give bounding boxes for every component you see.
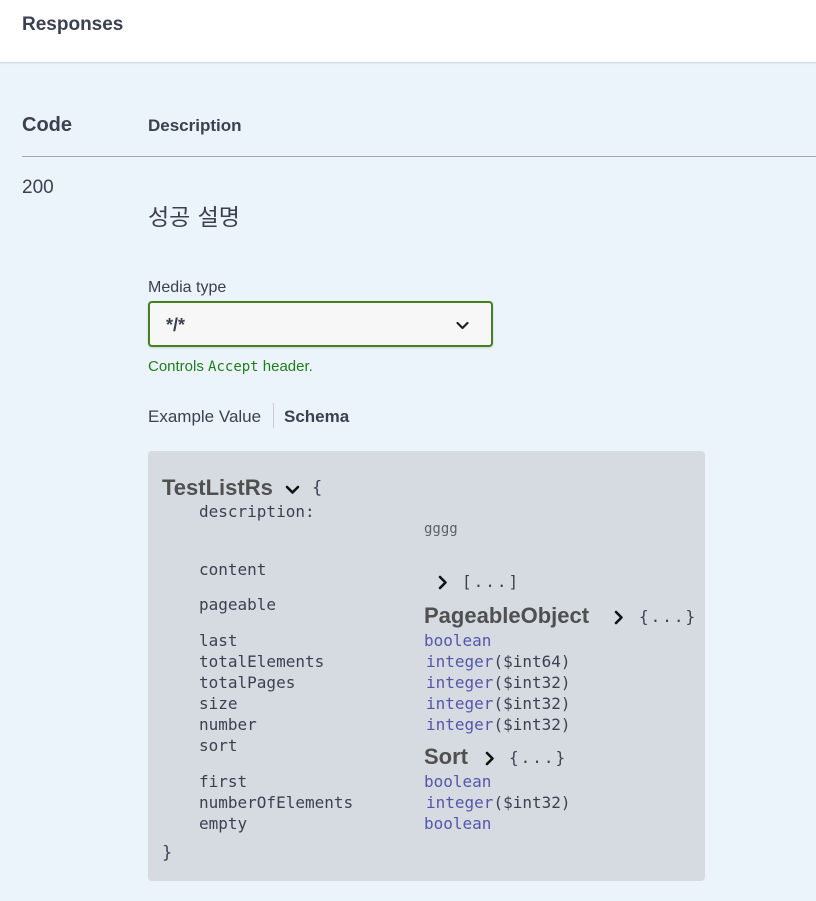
prop-type-first: boolean (424, 772, 492, 791)
description-label: description: (199, 502, 315, 521)
controls-accept-hint: Controls Accept header. (148, 358, 313, 375)
responses-header: Responses (0, 0, 816, 62)
prop-type-size: integer($int32) (426, 694, 571, 713)
model-title[interactable]: TestListRs (162, 475, 273, 501)
prop-type-totalpages: integer($int32) (426, 673, 571, 692)
prop-name-numberofelements: numberOfElements (199, 793, 354, 812)
media-type-select[interactable]: */* (148, 301, 493, 347)
chevron-down-icon[interactable] (285, 484, 300, 496)
table-divider (22, 156, 816, 157)
chevron-down-icon (456, 321, 469, 330)
response-code: 200 (22, 177, 54, 198)
content-collapsed[interactable]: [...] (462, 572, 520, 591)
close-brace: } (162, 843, 173, 863)
prop-name-totalelements: totalElements (199, 652, 325, 671)
open-brace: { (312, 478, 323, 498)
prop-type-numberofelements: integer($int32) (426, 793, 571, 812)
prop-name-totalpages: totalPages (199, 673, 296, 692)
media-type-value: */* (166, 315, 186, 335)
pageable-collapsed[interactable]: {...} (639, 607, 697, 626)
prop-name-first: first (199, 772, 248, 791)
prop-name-number: number (199, 715, 257, 734)
description-value: gggg (424, 521, 458, 537)
prop-type-last: boolean (424, 631, 492, 650)
prop-name-content: content (199, 560, 267, 579)
prop-name-last: last (199, 631, 238, 650)
prop-type-totalelements: integer($int64) (426, 652, 571, 671)
prop-type-number: integer($int32) (426, 715, 571, 734)
tab-schema[interactable]: Schema (284, 407, 349, 427)
prop-name-empty: empty (199, 814, 248, 833)
chevron-right-icon[interactable] (484, 751, 496, 766)
sort-model-title[interactable]: Sort (424, 744, 468, 770)
tab-example-value[interactable]: Example Value (148, 407, 261, 427)
tab-separator (273, 403, 274, 428)
prop-name-sort: sort (199, 736, 238, 755)
response-description: 성공 설명 (148, 205, 240, 231)
sort-collapsed[interactable]: {...} (509, 748, 567, 767)
prop-type-empty: boolean (424, 814, 492, 833)
chevron-right-icon[interactable] (613, 610, 625, 625)
pageable-model-title[interactable]: PageableObject (424, 603, 589, 629)
responses-title: Responses (22, 14, 124, 35)
prop-name-size: size (199, 694, 238, 713)
prop-name-pageable: pageable (199, 595, 277, 614)
code-column-header: Code (22, 114, 72, 136)
schema-panel: TestListRs { description: gggg content [… (148, 451, 705, 881)
description-column-header: Description (148, 116, 242, 135)
media-type-label: Media type (148, 279, 227, 296)
chevron-right-icon[interactable] (437, 575, 449, 590)
